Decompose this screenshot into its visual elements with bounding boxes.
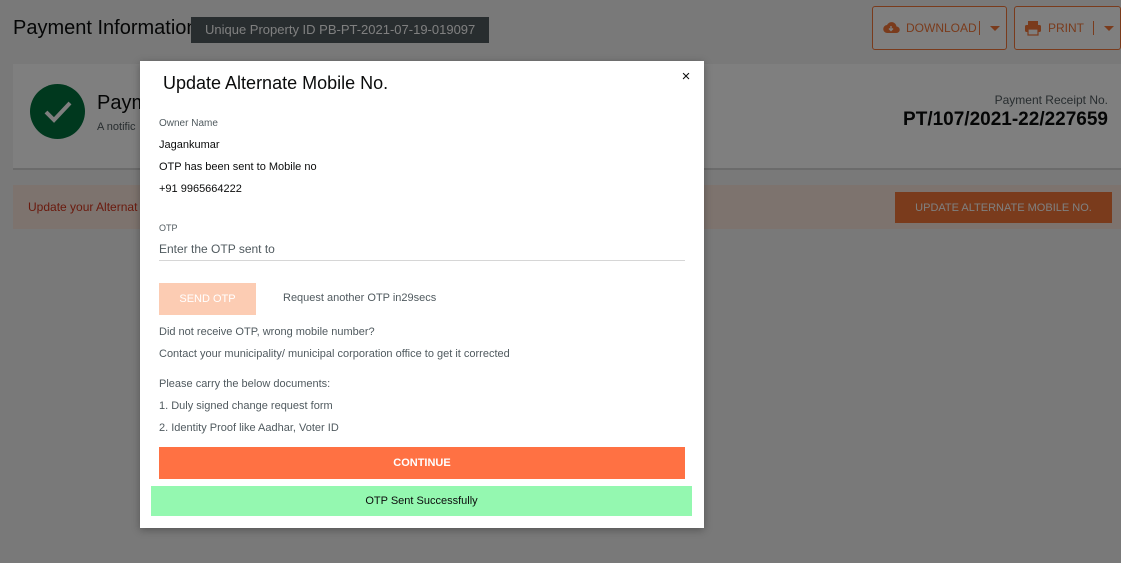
dialog-title: Update Alternate Mobile No.: [163, 73, 389, 93]
close-icon[interactable]: ×: [678, 69, 694, 85]
otp-input[interactable]: [159, 237, 685, 261]
mobile-number: +91 9965664222: [159, 183, 242, 195]
otp-success-toast: OTP Sent Successfully: [151, 486, 692, 516]
send-otp-button[interactable]: SEND OTP: [159, 283, 256, 315]
not-received-text: Did not receive OTP, wrong mobile number…: [159, 326, 375, 338]
otp-label: OTP: [159, 223, 178, 233]
resend-otp-timer: Request another OTP in29secs: [283, 292, 437, 304]
owner-name-label: Owner Name: [159, 118, 218, 129]
continue-button[interactable]: CONTINUE: [159, 447, 685, 479]
documents-heading: Please carry the below documents:: [159, 378, 331, 390]
contact-text: Contact your municipality/ municipal cor…: [159, 348, 510, 360]
otp-sent-text: OTP has been sent to Mobile no: [159, 161, 317, 173]
owner-name-value: Jagankumar: [159, 139, 220, 151]
document-item: 1. Duly signed change request form: [159, 400, 333, 412]
document-item: 2. Identity Proof like Aadhar, Voter ID: [159, 422, 339, 434]
update-mobile-dialog: Update Alternate Mobile No. × Owner Name…: [140, 61, 704, 528]
